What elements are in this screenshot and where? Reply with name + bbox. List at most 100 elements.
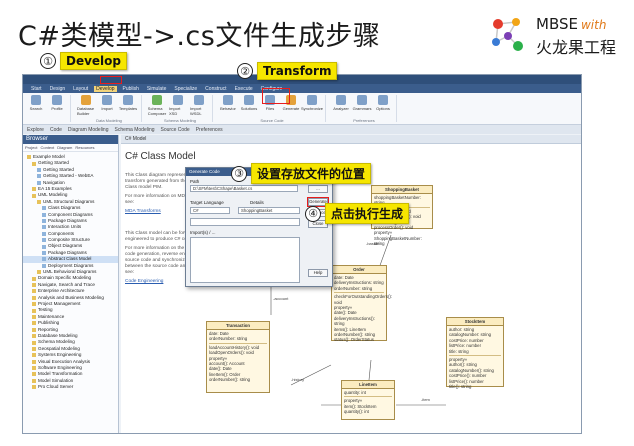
package-icon [27,155,31,160]
tree-item[interactable]: Pro Cloud Server [23,384,118,390]
browser-tab-diagram[interactable]: Diagram [57,145,72,150]
step-4-label: 点击执行生成 [325,203,410,224]
menu-design[interactable]: Design [48,86,68,92]
wsdl-icon [194,95,204,105]
class-separator [344,396,392,398]
step-1-number: ① [40,53,56,69]
menu-execute[interactable]: Execute [233,86,255,92]
behavior-icon [223,95,233,105]
options-area [190,218,300,226]
class-separator [334,292,384,294]
project-tree: Example Model Getting Started Getting Star… [23,152,118,390]
profile-button[interactable]: Profile [48,95,66,122]
class-separator [209,342,267,344]
ribbon-group-schema: Schema Composer Import XSD Import WSDL S… [148,95,213,123]
class-name: LineItem [342,381,394,389]
diagram-icon [42,251,46,256]
class-stockitem[interactable]: StockItem author: string catalogNumber: st… [446,317,504,390]
dialog-help-button[interactable]: Help [308,269,328,277]
logo-with-text: with [580,18,607,32]
browser-tab-resources[interactable]: Resources [75,145,94,150]
menu-specialize[interactable]: Specialize [172,86,199,92]
menu-publish[interactable]: Publish [121,86,141,92]
xsd-icon [173,95,183,105]
options-icon [378,95,388,105]
package-icon [32,187,36,192]
package-icon [37,270,41,275]
package-icon [32,308,36,313]
class-member: orderNumber(): string [209,377,251,383]
package-icon [32,359,36,364]
browser-tab-context[interactable]: Context [40,145,54,150]
diagram-icon [37,180,41,185]
details-input[interactable]: ShoppingBasket [238,207,300,214]
language-select[interactable]: C# [190,207,230,214]
class-member: ShoppingBasketNumber: string [374,235,422,247]
package-icon [32,334,36,339]
logo-mbse-text: MBSE [536,15,578,33]
language-label: Target Language [190,200,224,205]
menu-layout[interactable]: Layout [71,86,90,92]
class-member: orderNumber: string [209,336,248,342]
package-icon [37,199,41,204]
details-label: Details [250,200,264,205]
class-member: deliveryInstructions(): string [334,315,375,327]
package-icon [32,327,36,332]
class-lineitem[interactable]: LineItem quantity: int property» item(): St… [341,380,395,420]
class-transaction[interactable]: Transaction date: Date orderNumber: string… [206,321,270,393]
path-input[interactable]: D:\SFM\test\CShape\Basket.cs [190,185,298,192]
step-1-callout: ① Develop [40,52,128,70]
class-member: status(): OrderStatus [334,337,374,343]
tree-item-label: Pro Cloud Server [38,384,74,390]
class-member: title(): string [449,384,472,390]
strip-code: Code [49,126,62,133]
class-name: ShoppingBasket [372,186,432,194]
package-icon [32,295,36,300]
menu-simulate[interactable]: Simulate [145,86,168,92]
package-icon [32,161,36,166]
role-label: -history [291,377,304,382]
profile-icon [52,95,62,105]
package-icon [32,385,36,390]
menu-bar: Start Design Layout Develop Publish Simu… [23,84,581,93]
strip-source: Source Code [160,126,190,133]
strip-explore: Explore [27,126,44,133]
class-order[interactable]: Order date: Date deliveryInstructions: str… [331,265,393,343]
diagram-icon [42,212,46,217]
browse-button[interactable]: ... [308,185,328,193]
class-member: quantity(): int [344,409,369,415]
logo-network-icon [492,18,523,51]
browser-title: Browser [23,135,118,144]
search-button[interactable]: Search [27,95,45,122]
package-icon [32,283,36,287]
ribbon-group-label: Schema Modeling [163,118,197,123]
imports-textarea[interactable] [190,237,300,283]
slide-title: C#类模型->.cs文件生成步骤 [18,21,381,52]
ribbon-group-label: Source Code [260,118,284,123]
class-name: StockItem [447,318,503,326]
step-2-label: Transform [257,62,338,80]
menu-construct[interactable]: Construct [203,86,228,92]
solutions-icon [244,95,254,105]
templates-icon [123,95,133,105]
step-1-label: Develop [60,52,128,70]
step-3-number: ③ [231,165,247,182]
step-4-callout: ④ 点击执行生成 [305,203,410,224]
menu-develop[interactable]: Develop [94,85,117,92]
strip-prefs: Preferences [195,126,223,133]
menu-start[interactable]: Start [29,86,44,92]
develop-tab-highlight [100,76,122,84]
diagram-icon [37,174,41,179]
package-icon [32,276,36,281]
browser-tab-project[interactable]: Project [25,145,37,150]
step-3-callout: ③ 设置存放文件的位置 [231,163,372,184]
ribbon-section-strip: Explore Code Diagram Modeling Schema Mod… [23,125,581,134]
class-member: checkForOutstandingOrders(): void [334,294,393,305]
ribbon-group-data-modeling: Database Builder Import Templates Data M… [77,95,142,123]
diagram-icon [37,167,41,172]
grammars-icon [357,95,367,105]
ribbon: Search Profile Database Builder Import T… [23,93,581,125]
ribbon-group-label: Preferences [353,118,375,123]
strip-diagram: Diagram Modeling [67,126,109,133]
generate-code-dialog: Generate Code Path D:\SFM\test\CShape\Ba… [185,167,333,287]
